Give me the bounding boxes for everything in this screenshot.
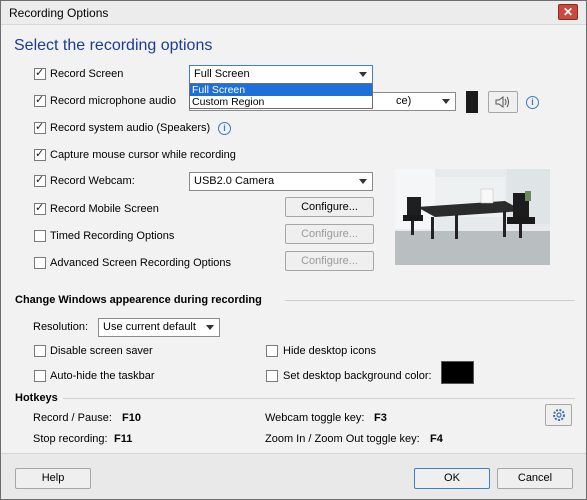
record-pause-label: Record / Pause: <box>33 412 112 424</box>
disable-screen-saver-label: Disable screen saver <box>50 345 153 357</box>
record-webcam-label: Record Webcam: <box>50 175 135 187</box>
webcam-preview-image <box>395 169 550 265</box>
system-audio-info-icon[interactable]: i <box>218 122 231 135</box>
page-title: Select the recording options <box>14 37 213 54</box>
record-screen-label: Record Screen <box>50 68 124 80</box>
help-button[interactable]: Help <box>15 468 91 489</box>
webcam-select-value: USB2.0 Camera <box>194 175 275 187</box>
recording-options-window: Recording Options ✕ Select the recording… <box>0 0 587 500</box>
webcam-select[interactable]: USB2.0 Camera <box>189 172 373 191</box>
disable-screen-saver-checkbox[interactable] <box>34 345 46 357</box>
divider <box>285 300 575 301</box>
record-screen-checkbox[interactable] <box>34 66 46 80</box>
divider <box>63 398 575 399</box>
dropdown-option-full-screen[interactable]: Full Screen <box>190 84 372 96</box>
capture-cursor-checkbox[interactable] <box>34 147 46 161</box>
speaker-button[interactable] <box>488 91 518 113</box>
record-system-audio-checkbox[interactable] <box>34 120 46 134</box>
advanced-options-label: Advanced Screen Recording Options <box>50 257 231 269</box>
dropdown-option-custom-region[interactable]: Custom Region <box>190 96 372 108</box>
record-mobile-label: Record Mobile Screen <box>50 203 159 215</box>
capture-cursor-label: Capture mouse cursor while recording <box>50 149 236 161</box>
screen-mode-select[interactable]: Full Screen <box>189 65 373 84</box>
title-bar: Recording Options ✕ <box>1 1 586 25</box>
ok-button[interactable]: OK <box>414 468 490 489</box>
gear-icon <box>552 409 565 421</box>
record-mic-checkbox[interactable] <box>34 93 46 107</box>
record-pause-key: F10 <box>122 412 141 424</box>
resolution-select[interactable]: Use current default <box>98 318 220 337</box>
set-bg-color-label: Set desktop background color: <box>283 370 432 382</box>
webcam-toggle-label: Webcam toggle key: <box>265 412 365 424</box>
record-system-audio-label: Record system audio (Speakers) <box>50 122 211 134</box>
window-title: Recording Options <box>9 6 109 20</box>
stop-recording-label: Stop recording: <box>33 433 108 445</box>
screen-mode-value: Full Screen <box>194 68 250 80</box>
zoom-toggle-key: F4 <box>430 433 443 445</box>
advanced-configure-button[interactable]: Configure... <box>285 251 374 271</box>
dialog-button-bar: Help OK Cancel <box>1 453 586 499</box>
hotkeys-settings-button[interactable] <box>545 404 572 426</box>
webcam-toggle-key: F3 <box>374 412 387 424</box>
chevron-down-icon <box>359 179 367 184</box>
timed-recording-checkbox[interactable] <box>34 230 46 242</box>
mic-info-icon[interactable]: i <box>526 96 539 109</box>
cancel-button[interactable]: Cancel <box>497 468 573 489</box>
hide-desktop-icons-checkbox[interactable] <box>266 345 278 357</box>
hide-desktop-icons-label: Hide desktop icons <box>283 345 376 357</box>
chevron-down-icon <box>359 72 367 77</box>
chevron-down-icon <box>442 99 450 104</box>
close-button[interactable]: ✕ <box>558 4 578 20</box>
bg-color-swatch[interactable] <box>441 361 474 384</box>
speaker-icon <box>495 96 509 108</box>
resolution-label: Resolution: <box>33 321 89 333</box>
audio-level-meter <box>466 91 478 113</box>
microphone-select-value: ce) <box>396 95 412 107</box>
record-webcam-checkbox[interactable] <box>34 173 46 187</box>
timed-recording-label: Timed Recording Options <box>50 230 175 242</box>
record-mic-label: Record microphone audio <box>50 95 176 107</box>
advanced-options-checkbox[interactable] <box>34 257 46 269</box>
appearance-section-title: Change Windows appearence during recordi… <box>15 294 262 306</box>
resolution-select-value: Use current default <box>103 321 196 333</box>
record-mobile-checkbox[interactable] <box>34 201 46 215</box>
autohide-taskbar-checkbox[interactable] <box>34 370 46 382</box>
stop-recording-key: F11 <box>114 433 133 445</box>
chevron-down-icon <box>206 325 214 330</box>
hotkeys-section-title: Hotkeys <box>15 392 58 404</box>
timed-configure-button[interactable]: Configure... <box>285 224 374 244</box>
screen-mode-dropdown: Full Screen Custom Region <box>189 83 373 109</box>
zoom-toggle-label: Zoom In / Zoom Out toggle key: <box>265 433 420 445</box>
autohide-taskbar-label: Auto-hide the taskbar <box>50 370 155 382</box>
webcam-preview-graphic <box>395 169 550 265</box>
mobile-configure-button[interactable]: Configure... <box>285 197 374 217</box>
set-bg-color-checkbox[interactable] <box>266 370 278 382</box>
